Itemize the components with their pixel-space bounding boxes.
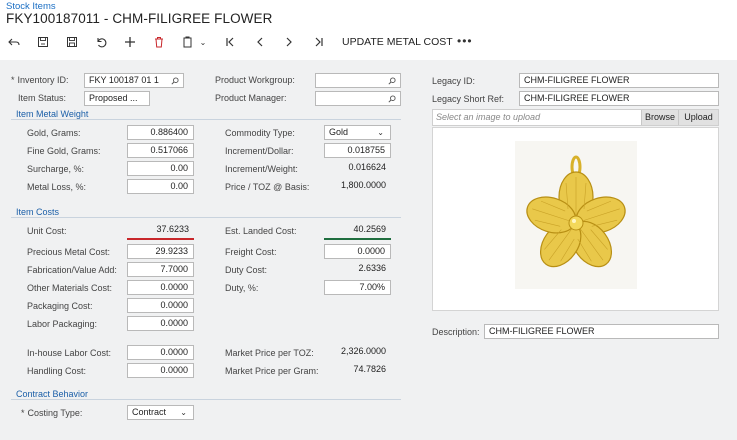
market-toz-label: Market Price per TOZ: [225, 348, 314, 358]
freight-field[interactable]: 0.0000 [324, 244, 391, 259]
product-workgroup-label: Product Workgroup: [215, 75, 295, 85]
section-title-item-metal-weight: Item Metal Weight [16, 109, 89, 119]
browse-button[interactable]: Browse [641, 110, 678, 125]
price-toz-value: 1,800.0000 [340, 180, 386, 190]
product-workgroup-field[interactable] [315, 73, 401, 88]
update-metal-cost-button[interactable]: UPDATE METAL COST [342, 36, 453, 48]
commodity-type-select[interactable]: Gold ⌄ [324, 125, 391, 140]
increment-dollar-label: Increment/Dollar: [225, 146, 294, 156]
previous-icon[interactable] [253, 35, 267, 49]
market-gram-value: 74.7826 [353, 364, 386, 374]
item-image[interactable] [515, 141, 637, 289]
delete-icon[interactable] [152, 35, 166, 49]
handling-label: Handling Cost: [27, 366, 87, 376]
next-icon[interactable] [282, 35, 296, 49]
section-divider [11, 217, 401, 218]
section-divider [11, 119, 401, 120]
inhouse-labor-label: In-house Labor Cost: [27, 348, 112, 358]
costing-type-label: * Costing Type: [21, 408, 83, 418]
chevron-down-icon: ⌄ [377, 128, 384, 137]
packaging-label: Packaging Cost: [27, 301, 93, 311]
precious-metal-field[interactable]: 29.9233 [127, 244, 194, 259]
market-toz-value: 2,326.0000 [340, 346, 386, 356]
freight-label: Freight Cost: [225, 247, 277, 257]
other-materials-label: Other Materials Cost: [27, 283, 113, 293]
legacy-id-field[interactable]: CHM-FILIGREE FLOWER [519, 73, 719, 88]
metal-loss-field[interactable]: 0.00 [127, 179, 194, 194]
undo-icon[interactable] [7, 35, 21, 49]
packaging-field[interactable]: 0.0000 [127, 298, 194, 313]
image-upload-placeholder[interactable]: Select an image to upload [436, 112, 540, 122]
item-status-select[interactable]: Proposed ... [84, 91, 150, 106]
copy-paste-icon[interactable] [181, 35, 195, 49]
fine-gold-label: Fine Gold, Grams: [27, 146, 101, 156]
page-title: FKY100187011 - CHM-FILIGREE FLOWER [6, 11, 273, 26]
legacy-short-label: Legacy Short Ref: [432, 94, 505, 104]
increment-weight-value: 0.016624 [348, 162, 386, 172]
labor-packaging-field[interactable]: 0.0000 [127, 316, 194, 331]
market-gram-label: Market Price per Gram: [225, 366, 319, 376]
inhouse-labor-field[interactable]: 0.0000 [127, 345, 194, 360]
surcharge-label: Surcharge, %: [27, 164, 85, 174]
save-icon[interactable] [65, 35, 79, 49]
inventory-id-label: * Inventory ID: [11, 75, 69, 85]
legacy-short-field[interactable]: CHM-FILIGREE FLOWER [519, 91, 719, 106]
description-field[interactable]: CHM-FILIGREE FLOWER [484, 324, 719, 339]
save-close-icon[interactable] [36, 35, 50, 49]
first-icon[interactable] [224, 35, 238, 49]
search-icon[interactable] [388, 74, 396, 87]
fabrication-field[interactable]: 7.7000 [127, 262, 194, 277]
increment-weight-label: Increment/Weight: [225, 164, 298, 174]
revert-icon[interactable] [94, 35, 108, 49]
product-manager-label: Product Manager: [215, 93, 287, 103]
duty-cost-value: 2.6336 [358, 263, 386, 273]
image-upload-bar: Select an image to upload Browse Upload [432, 109, 719, 126]
price-toz-label: Price / TOZ @ Basis: [225, 182, 310, 192]
precious-metal-label: Precious Metal Cost: [27, 247, 111, 257]
search-icon[interactable] [388, 92, 396, 105]
duty-pct-label: Duty, %: [225, 283, 259, 293]
section-divider [11, 399, 401, 400]
search-icon[interactable] [171, 74, 179, 87]
fine-gold-field[interactable]: 0.517066 [127, 143, 194, 158]
labor-packaging-label: Labor Packaging: [27, 319, 98, 329]
duty-pct-field[interactable]: 7.00% [324, 280, 391, 295]
duty-cost-label: Duty Cost: [225, 265, 268, 275]
legacy-id-label: Legacy ID: [432, 76, 476, 86]
inventory-id-field[interactable]: FKY 100187 01 1 [84, 73, 184, 88]
est-landed-label: Est. Landed Cost: [225, 226, 297, 236]
section-title-item-costs: Item Costs [16, 207, 60, 217]
gold-grams-label: Gold, Grams: [27, 128, 81, 138]
est-landed-value: 40.2569 [324, 223, 391, 240]
fabrication-label: Fabrication/Value Add: [27, 265, 117, 275]
unit-cost-value: 37.6233 [127, 223, 194, 240]
item-image-frame [432, 127, 719, 311]
item-status-label: Item Status: [18, 93, 67, 103]
metal-loss-label: Metal Loss, %: [27, 182, 87, 192]
increment-dollar-field[interactable]: 0.018755 [324, 143, 391, 158]
flower-pendant-image [526, 155, 626, 268]
chevron-down-icon: ⌄ [180, 408, 187, 417]
product-manager-field[interactable] [315, 91, 401, 106]
commodity-type-label: Commodity Type: [225, 128, 295, 138]
last-icon[interactable] [311, 35, 325, 49]
section-title-contract-behavior: Contract Behavior [16, 389, 89, 399]
costing-type-select[interactable]: Contract ⌄ [127, 405, 194, 420]
description-label: Description: [432, 327, 480, 337]
add-icon[interactable] [123, 35, 137, 49]
unit-cost-label: Unit Cost: [27, 226, 67, 236]
gold-grams-field[interactable]: 0.886400 [127, 125, 194, 140]
chevron-down-icon[interactable]: ⌄ [196, 35, 210, 49]
more-menu-button[interactable]: ••• [457, 34, 473, 48]
upload-button[interactable]: Upload [678, 110, 718, 125]
toolbar: ⌄ UPDATE METAL COST ••• [0, 32, 737, 52]
handling-field[interactable]: 0.0000 [127, 363, 194, 378]
other-materials-field[interactable]: 0.0000 [127, 280, 194, 295]
surcharge-field[interactable]: 0.00 [127, 161, 194, 176]
